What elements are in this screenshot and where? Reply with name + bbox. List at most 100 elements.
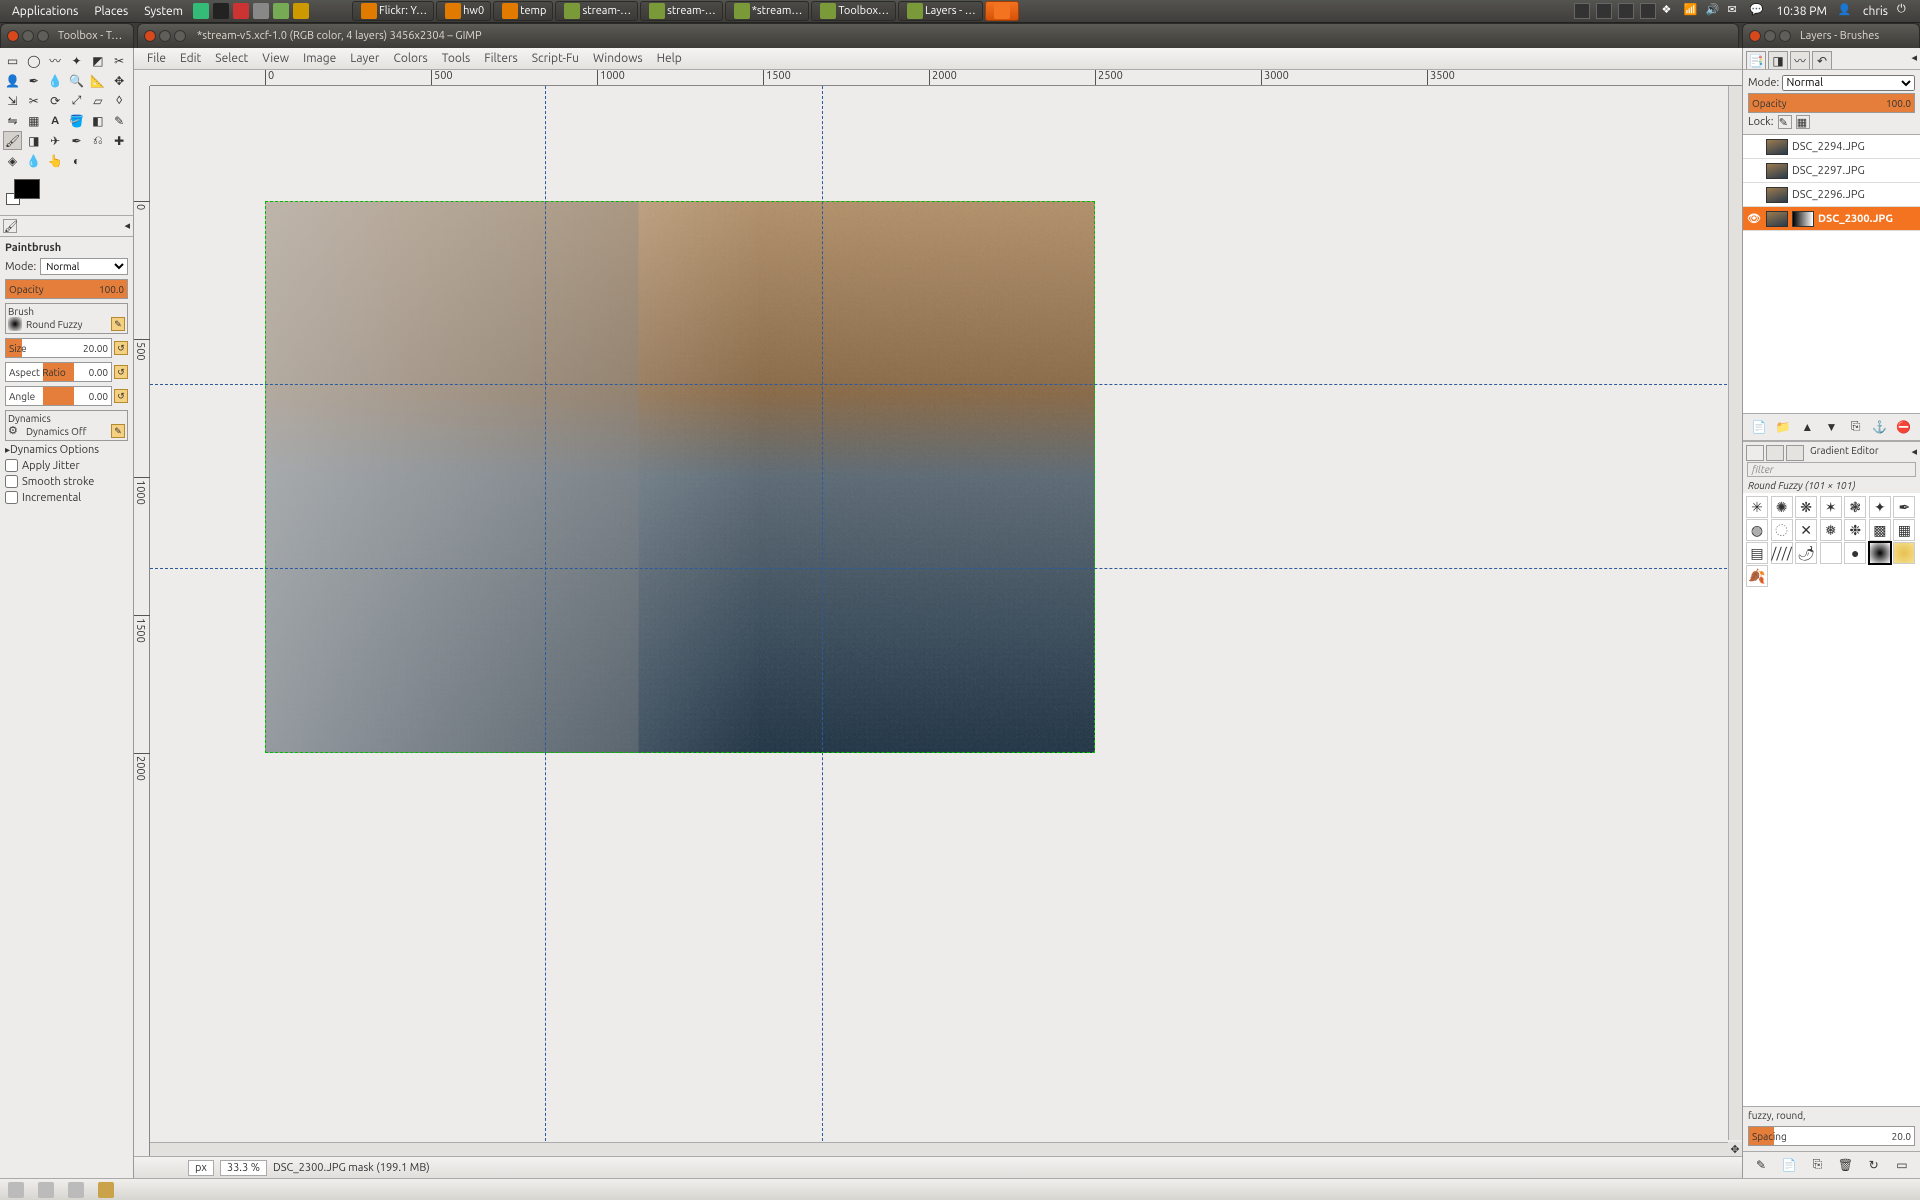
anchor-layer-button[interactable]: ⚓ [1871,418,1889,436]
fg-color[interactable] [14,179,40,199]
brush-item[interactable]: ✶ [1820,496,1842,518]
smudge-tool[interactable]: 👆 [46,151,65,170]
fuzzy-select-tool[interactable]: ✦ [67,51,86,70]
brush-preview-icon[interactable] [8,317,22,331]
zoom-tool[interactable]: 🔍 [67,71,86,90]
layer-thumbnail[interactable] [1766,187,1788,203]
spacing-slider[interactable]: Spacing 20.0 [1748,1126,1915,1146]
brush-item[interactable]: 🍂 [1746,565,1768,587]
max-icon[interactable] [37,30,49,42]
mode-select[interactable]: Normal [40,258,128,275]
workspace-icon[interactable] [1596,3,1612,19]
aspect-reset-button[interactable]: ↺ [114,365,128,379]
smooth-checkbox[interactable] [5,475,18,488]
duplicate-layer-button[interactable]: ⎘ [1847,418,1865,436]
paths-tool[interactable]: ✒ [24,71,43,90]
edit-brush-button[interactable]: ✎ [1752,1156,1770,1174]
tab-menu-icon[interactable]: ◂ [124,219,130,233]
menu-image[interactable]: Image [296,52,343,65]
refresh-brushes-button[interactable]: ↻ [1865,1156,1883,1174]
zoom-field[interactable]: 33.3 % [220,1160,267,1176]
main-titlebar[interactable]: *stream-v5.xcf-1.0 (RGB color, 4 layers)… [137,23,1739,48]
free-select-tool[interactable]: 〰 [46,51,65,70]
min-icon[interactable] [1764,30,1776,42]
cage-tool[interactable]: ▦ [24,111,43,130]
navigation-icon[interactable]: ✥ [1728,1142,1742,1156]
ruler-vertical[interactable]: 0500100015002000 [134,86,150,1156]
menu-system[interactable]: System [136,5,191,18]
raise-layer-button[interactable]: ▲ [1798,418,1816,436]
align-tool[interactable]: ⇲ [3,91,22,110]
brush-item[interactable]: ✕ [1795,519,1817,541]
menu-windows[interactable]: Windows [586,52,650,65]
channels-tab[interactable]: ◨ [1768,51,1788,69]
task-button[interactable]: temp [493,1,553,21]
size-reset-button[interactable]: ↺ [114,341,128,355]
tray-icon[interactable]: ❖ [1662,3,1678,19]
color-picker-tool[interactable]: 💧 [46,71,65,90]
ink-tool[interactable]: ✒ [67,131,86,150]
brush-item[interactable]: ▩ [1869,519,1891,541]
delete-brush-button[interactable]: 🗑 [1837,1156,1855,1174]
menu-filters[interactable]: Filters [477,52,524,65]
menu-edit[interactable]: Edit [173,52,208,65]
menu-scriptfu[interactable]: Script-Fu [525,52,586,65]
layers-tab[interactable]: 📑 [1746,51,1766,69]
brush-filter-input[interactable]: filter [1747,462,1916,477]
perspective-clone-tool[interactable]: ◈ [3,151,22,170]
trash-icon[interactable] [98,1182,114,1198]
workspace-icon[interactable] [1618,3,1634,19]
gradients-tab[interactable] [1786,445,1804,461]
visibility-toggle[interactable] [1746,163,1762,179]
layer-thumbnail[interactable] [1766,163,1788,179]
scrollbar-horizontal[interactable] [150,1142,1728,1156]
menu-places[interactable]: Places [86,5,136,18]
tool-options-tab[interactable]: 🖌 [3,219,17,233]
menu-applications[interactable]: Applications [4,5,86,18]
delete-layer-button[interactable]: ⛔ [1895,418,1913,436]
menu-view[interactable]: View [255,52,296,65]
brush-item[interactable]: ✳ [1746,496,1768,518]
brush-item[interactable]: ● [1844,542,1866,564]
workspace-icon[interactable] [1574,3,1590,19]
ellipse-select-tool[interactable]: ◯ [24,51,43,70]
workspace-icon[interactable] [1640,3,1656,19]
brush-item[interactable]: ❅ [1820,519,1842,541]
layer-row[interactable]: DSC_2294.JPG [1743,135,1920,159]
tab-menu-icon[interactable]: ◂ [1911,445,1917,461]
launcher-icon[interactable] [68,1182,84,1198]
dynamics-icon[interactable]: ⚙ [8,424,22,438]
brush-item[interactable]: //// [1771,542,1793,564]
angle-reset-button[interactable]: ↺ [114,389,128,403]
brush-item[interactable] [1869,542,1891,564]
max-icon[interactable] [1779,30,1791,42]
layer-row[interactable]: DSC_2297.JPG [1743,159,1920,183]
angle-slider[interactable]: Angle 0.00 [5,386,112,406]
user-icon[interactable]: 👤 [1838,3,1854,19]
clone-tool[interactable]: ⎌ [88,131,107,150]
brush-edit-button[interactable]: ✎ [111,317,125,331]
show-desktop-icon[interactable] [8,1182,24,1198]
brush-item[interactable]: ✺ [1771,496,1793,518]
patterns-tab[interactable] [1766,445,1784,461]
layer-thumbnail[interactable] [1766,139,1788,155]
layer-row[interactable]: DSC_2296.JPG [1743,183,1920,207]
visibility-toggle[interactable] [1746,187,1762,203]
incremental-checkbox[interactable] [5,491,18,504]
layer-row[interactable]: 👁DSC_2300.JPG [1743,207,1920,231]
text-tool[interactable]: A [46,111,65,130]
task-button[interactable]: *stream… [725,1,810,21]
volume-icon[interactable]: 🔊 [1706,3,1722,19]
brush-item[interactable]: ✒ [1893,496,1915,518]
power-icon[interactable]: ⏻ [1897,3,1913,19]
pencil-tool[interactable]: ✎ [110,111,129,130]
menu-tools[interactable]: Tools [435,52,478,65]
chat-icon[interactable]: 💬 [1750,3,1766,19]
flip-tool[interactable]: ⇋ [3,111,22,130]
new-layer-button[interactable]: 📄 [1750,418,1768,436]
username[interactable]: chris [1857,5,1894,18]
canvas[interactable]: ✥ [150,86,1742,1156]
paintbrush-tool[interactable]: 🖌 [3,131,22,150]
close-icon[interactable] [144,30,156,42]
scissors-tool[interactable]: ✂ [110,51,129,70]
